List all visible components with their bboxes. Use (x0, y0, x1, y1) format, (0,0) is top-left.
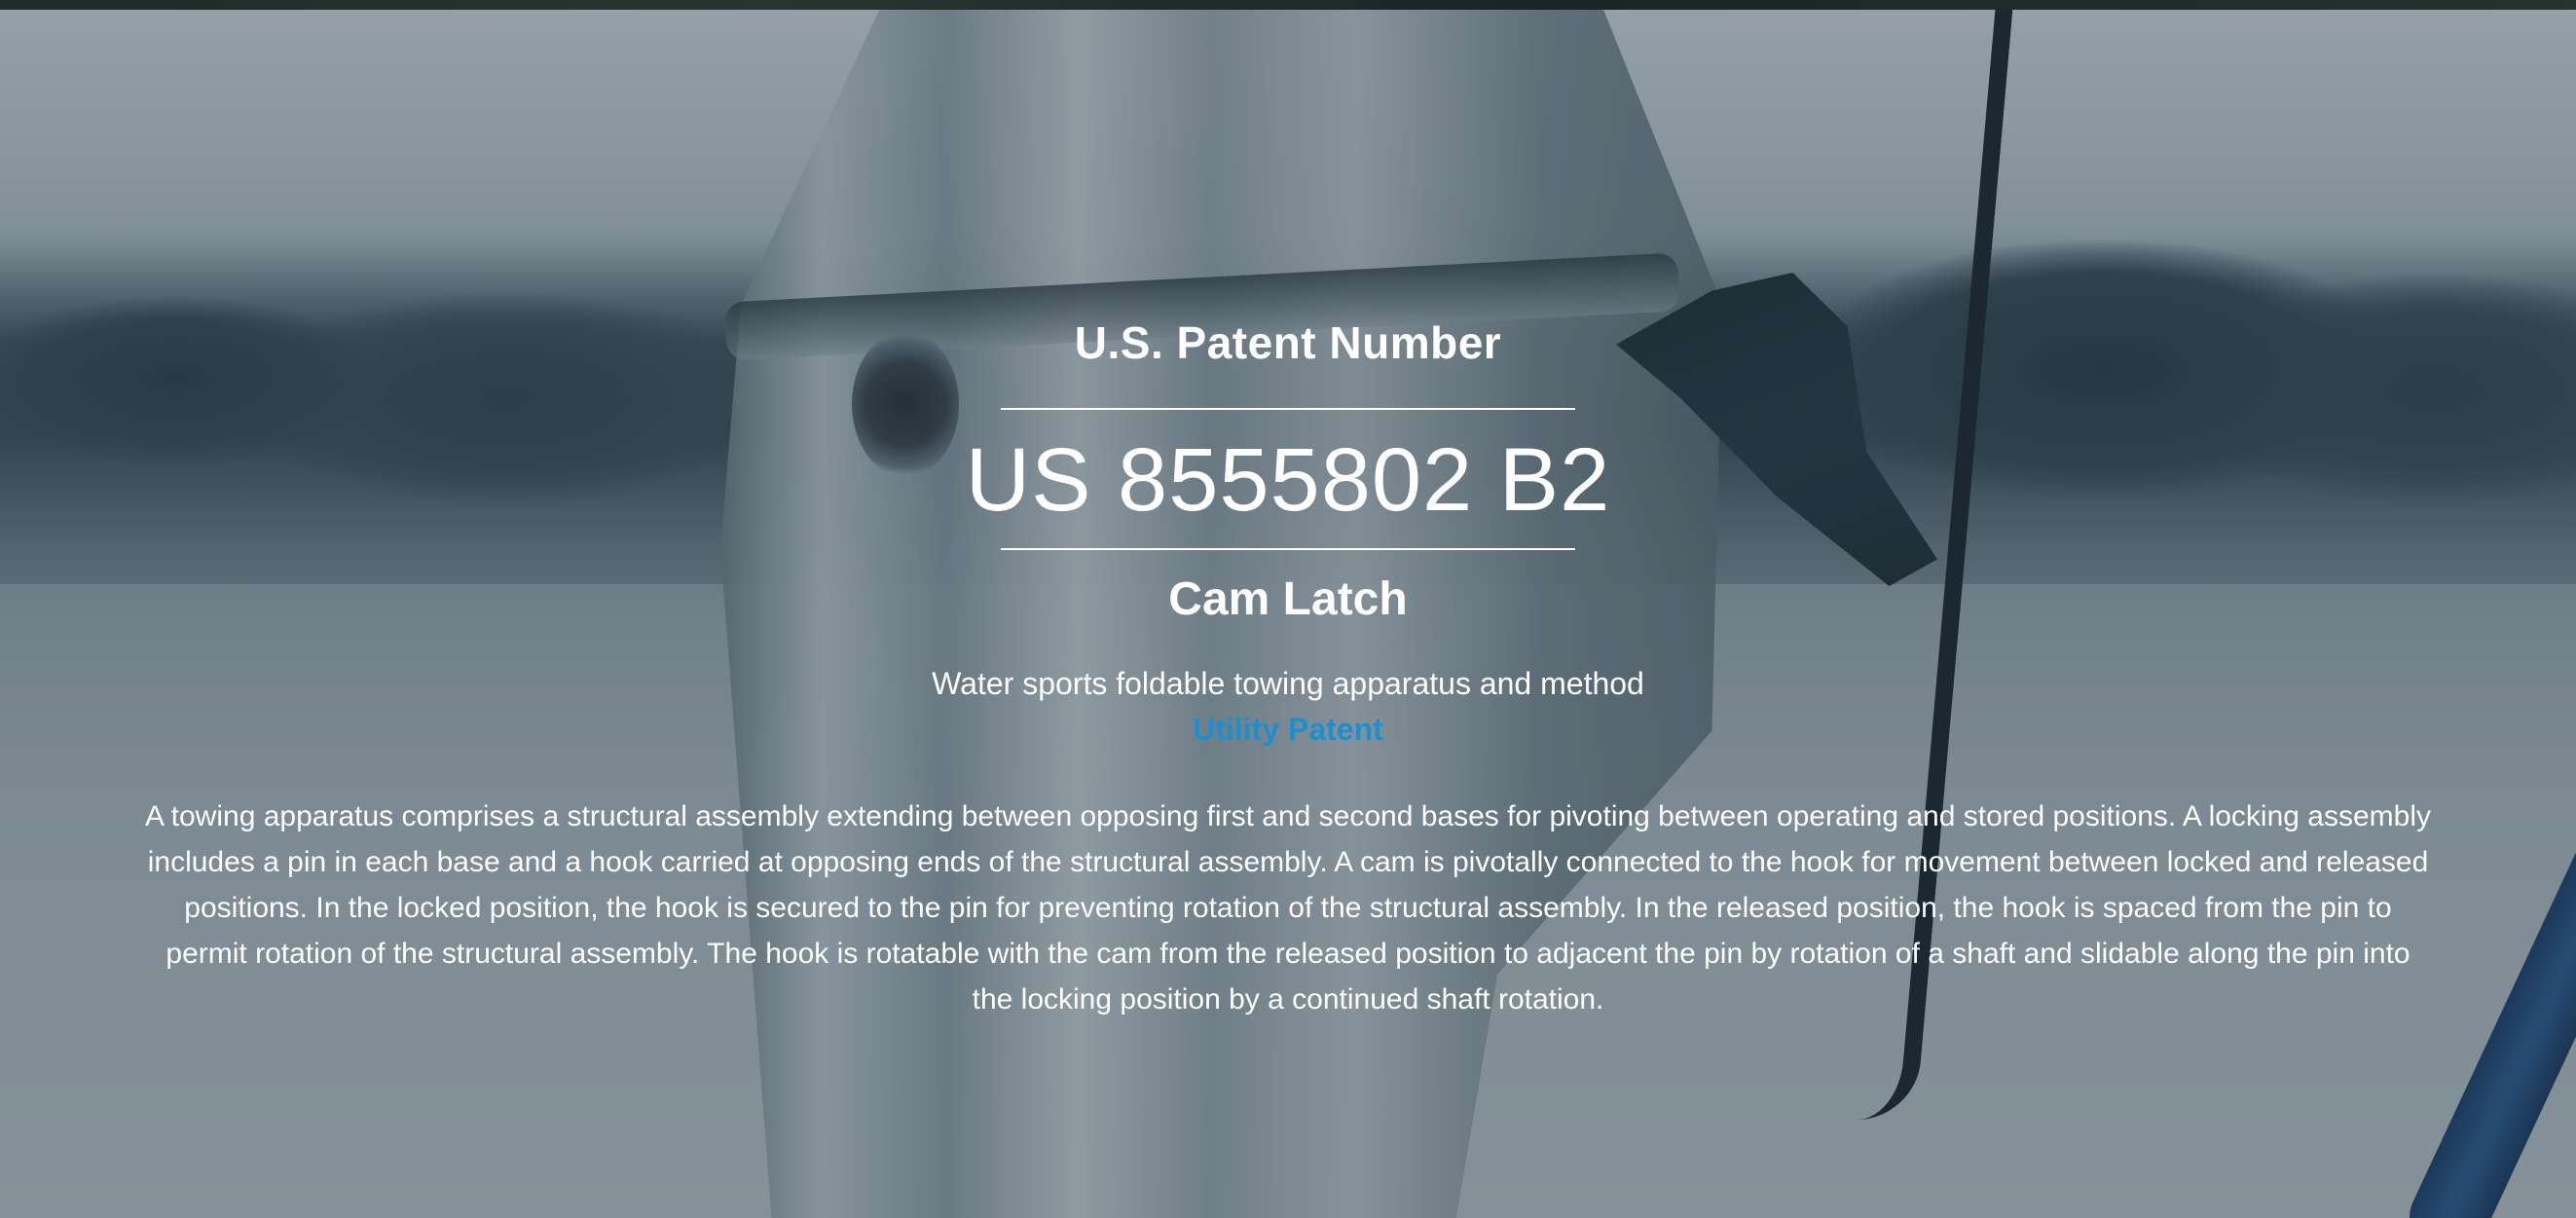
divider-top (1001, 408, 1575, 410)
patent-number: US 8555802 B2 (965, 430, 1611, 530)
product-title: Cam Latch (1168, 573, 1408, 625)
divider-bottom (1001, 548, 1575, 550)
patent-hero-section: U.S. Patent Number US 8555802 B2 Cam Lat… (0, 0, 2576, 1218)
patent-type-link[interactable]: Utility Patent (0, 712, 2576, 748)
patent-number-label: U.S. Patent Number (1074, 317, 1502, 368)
patent-subtitle: Water sports foldable towing apparatus a… (932, 666, 1644, 701)
hero-content: U.S. Patent Number US 8555802 B2 Cam Lat… (0, 0, 2576, 1218)
patent-abstract: A towing apparatus comprises a structura… (144, 800, 2432, 1015)
